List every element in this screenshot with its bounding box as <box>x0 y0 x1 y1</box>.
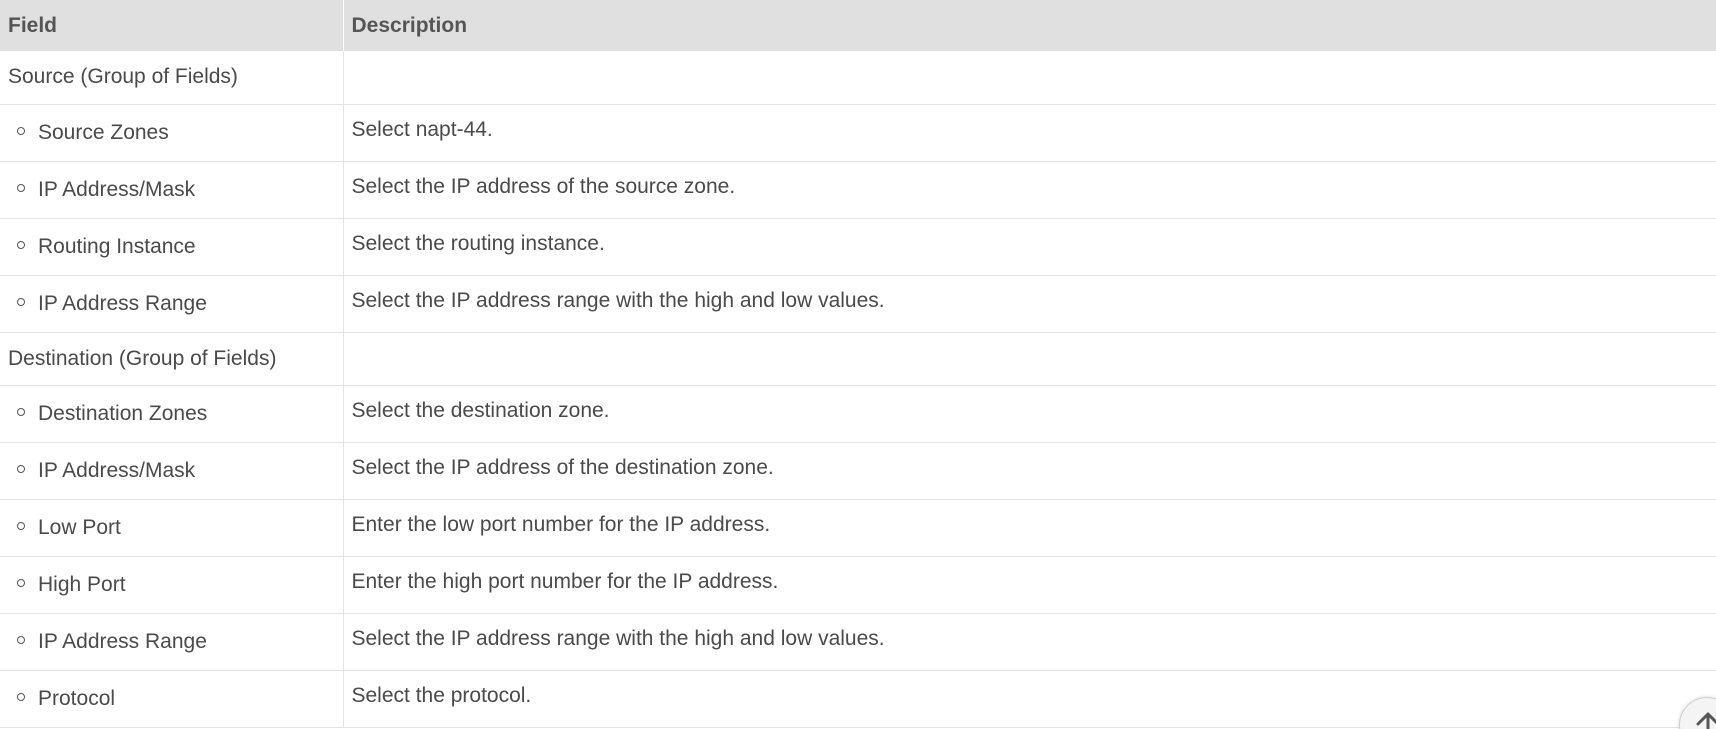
table-row: IP Address/Mask Select the IP address of … <box>0 161 1716 219</box>
field-cell: High Port <box>0 556 344 614</box>
description-cell: Select the IP address range with the hig… <box>343 613 1716 671</box>
description-cell: Select the destination zone. <box>343 385 1716 443</box>
field-cell: Low Port <box>0 499 344 557</box>
bullet-icon <box>17 240 25 249</box>
field-cell: IP Address/Mask <box>0 161 344 219</box>
field-label: Source Zones <box>38 120 169 144</box>
description-text: Select the IP address range with the hig… <box>351 288 885 312</box>
table-body: Source (Group of Fields) Source Zones Sele… <box>0 51 1716 728</box>
field-description-table: Field Description Source (Group of Field… <box>0 0 1716 728</box>
field-label: Destination Zones <box>38 401 208 425</box>
description-text: Select the routing instance. <box>351 231 605 255</box>
description-cell: Select the protocol. <box>343 670 1716 728</box>
field-cell: Routing Instance <box>0 218 344 276</box>
bullet-icon <box>17 578 25 587</box>
table-row: Routing Instance Select the routing insta… <box>0 218 1716 276</box>
table-row: Source Zones Select napt-44. <box>0 104 1716 162</box>
column-header-description: Description <box>343 0 1716 51</box>
description-cell: Enter the high port number for the IP ad… <box>343 556 1716 614</box>
table-row: IP Address Range Select the IP address ra… <box>0 613 1716 671</box>
description-text: Enter the low port number for the IP add… <box>351 512 771 536</box>
field-label: IP Address Range <box>38 291 207 315</box>
bullet-icon <box>17 183 25 192</box>
field-cell: Source (Group of Fields) <box>0 51 344 105</box>
field-cell: IP Address Range <box>0 275 344 333</box>
field-cell: IP Address Range <box>0 613 344 671</box>
bullet-icon <box>17 692 25 701</box>
column-header-field: Field <box>0 0 344 51</box>
table-group-row: Source (Group of Fields) <box>0 51 1716 105</box>
description-text: Enter the high port number for the IP ad… <box>351 569 779 593</box>
field-label: Low Port <box>38 515 121 539</box>
description-cell: Select the routing instance. <box>343 218 1716 276</box>
field-label: IP Address/Mask <box>38 177 196 201</box>
bullet-icon <box>17 407 25 416</box>
bullet-icon <box>17 464 25 473</box>
page: Field Description Source (Group of Field… <box>0 0 1716 729</box>
table-row: Low Port Enter the low port number for th… <box>0 499 1716 557</box>
bullet-icon <box>17 297 25 306</box>
description-cell: Select the IP address of the destination… <box>343 442 1716 500</box>
table-row: High Port Enter the high port number for … <box>0 556 1716 614</box>
field-cell: Source Zones <box>0 104 344 162</box>
field-label: Destination (Group of Fields) <box>8 346 277 370</box>
description-cell: Select the IP address of the source zone… <box>343 161 1716 219</box>
bullet-icon <box>17 635 25 644</box>
bullet-icon <box>17 126 25 135</box>
description-cell: Enter the low port number for the IP add… <box>343 499 1716 557</box>
arrow-up-icon <box>1696 712 1716 729</box>
table-row: Destination Zones Select the destination … <box>0 385 1716 443</box>
field-label: Source (Group of Fields) <box>8 65 238 89</box>
field-label: IP Address Range <box>38 629 207 653</box>
table-header-row: Field Description <box>0 0 1716 51</box>
bullet-icon <box>17 521 25 530</box>
description-text: Select the IP address of the destination… <box>351 455 774 479</box>
description-cell <box>343 51 1716 105</box>
table-header: Field Description <box>0 0 1716 51</box>
field-label: Routing Instance <box>38 234 196 258</box>
description-text: Select the protocol. <box>351 683 532 707</box>
table-group-row: Destination (Group of Fields) <box>0 332 1716 386</box>
table-row: IP Address/Mask Select the IP address of … <box>0 442 1716 500</box>
table-row: IP Address Range Select the IP address ra… <box>0 275 1716 333</box>
table-row: Protocol Select the protocol. <box>0 670 1716 728</box>
description-cell: Select napt-44. <box>343 104 1716 162</box>
field-label: High Port <box>38 572 126 596</box>
field-cell: Destination (Group of Fields) <box>0 332 344 386</box>
description-cell: Select the IP address range with the hig… <box>343 275 1716 333</box>
description-text: Select napt-44. <box>351 117 493 141</box>
description-text: Select the destination zone. <box>351 398 610 422</box>
description-cell <box>343 332 1716 386</box>
description-text: Select the IP address of the source zone… <box>351 174 736 198</box>
field-label: IP Address/Mask <box>38 458 196 482</box>
field-cell: Protocol <box>0 670 344 728</box>
field-label: Protocol <box>38 686 116 710</box>
description-text: Select the IP address range with the hig… <box>351 626 885 650</box>
field-cell: Destination Zones <box>0 385 344 443</box>
field-cell: IP Address/Mask <box>0 442 344 500</box>
